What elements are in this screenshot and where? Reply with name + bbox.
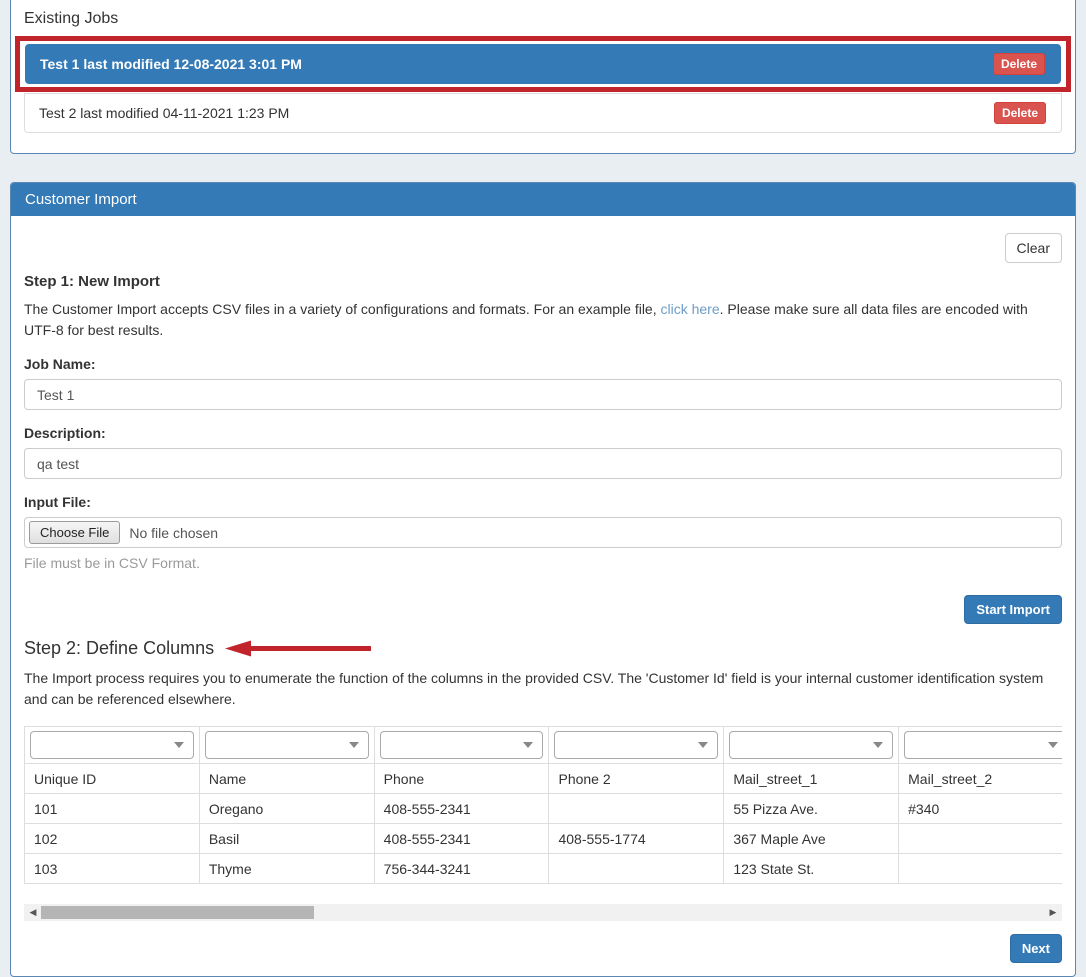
step2-intro: The Import process requires you to enume…: [24, 668, 1062, 710]
step1-heading: Step 1: New Import: [24, 273, 1062, 290]
customer-import-header: Customer Import: [11, 183, 1075, 216]
cell: #340: [899, 794, 1062, 824]
input-file-label: Input File:: [24, 494, 1062, 510]
delete-job-button[interactable]: Delete: [993, 53, 1045, 75]
cell: [549, 854, 724, 884]
column-select-6[interactable]: [904, 731, 1062, 759]
column-select-row: [25, 727, 1063, 764]
no-file-chosen-text: No file chosen: [129, 525, 218, 541]
scroll-right-icon[interactable]: ▶: [1046, 904, 1060, 921]
job-row-test2[interactable]: Test 2 last modified 04-11-2021 1:23 PM …: [24, 93, 1062, 133]
column-header: Mail_street_1: [724, 764, 899, 794]
column-select-3[interactable]: [380, 731, 544, 759]
job-name-label: Job Name:: [24, 356, 1062, 372]
click-here-link[interactable]: click here: [661, 301, 720, 317]
existing-jobs-panel: Existing Jobs Test 1 last modified 12-08…: [10, 0, 1076, 154]
cell: 408-555-2341: [374, 794, 549, 824]
column-header: Phone 2: [549, 764, 724, 794]
import-preview-table: Unique ID Name Phone Phone 2 Mail_street…: [24, 726, 1062, 884]
intro-text-before: The Customer Import accepts CSV files in…: [24, 301, 661, 317]
existing-jobs-title: Existing Jobs: [24, 9, 1062, 29]
page: Existing Jobs Test 1 last modified 12-08…: [0, 0, 1086, 977]
description-label: Description:: [24, 425, 1062, 441]
column-select-4[interactable]: [554, 731, 718, 759]
cell: [549, 794, 724, 824]
customer-import-panel: Customer Import Clear Step 1: New Import…: [10, 182, 1076, 977]
cell: 102: [25, 824, 200, 854]
cell: 123 State St.: [724, 854, 899, 884]
column-header: Unique ID: [25, 764, 200, 794]
job-label: Test 2 last modified 04-11-2021 1:23 PM: [39, 105, 289, 121]
cell: [899, 824, 1062, 854]
column-header: Name: [199, 764, 374, 794]
annotation-box: Test 1 last modified 12-08-2021 3:01 PM …: [15, 36, 1071, 92]
delete-job-button[interactable]: Delete: [994, 102, 1046, 124]
choose-file-button[interactable]: Choose File: [29, 521, 120, 544]
next-row: Next: [24, 934, 1062, 963]
job-label: Test 1 last modified 12-08-2021 3:01 PM: [40, 56, 302, 72]
cell: 103: [25, 854, 200, 884]
cell: 101: [25, 794, 200, 824]
cell: Oregano: [199, 794, 374, 824]
step2-heading-text: Step 2: Define Columns: [24, 638, 214, 659]
table-row: 102 Basil 408-555-2341 408-555-1774 367 …: [25, 824, 1063, 854]
cell: [899, 854, 1062, 884]
caret-down-icon: [174, 742, 184, 748]
cell: 55 Pizza Ave.: [724, 794, 899, 824]
scroll-left-icon[interactable]: ◀: [26, 904, 40, 921]
step2-heading: Step 2: Define Columns: [24, 638, 1062, 659]
start-import-row: Start Import: [24, 595, 1062, 624]
clear-button[interactable]: Clear: [1005, 233, 1062, 263]
cell: 756-344-3241: [374, 854, 549, 884]
clear-row: Clear: [24, 233, 1062, 263]
cell: 367 Maple Ave: [724, 824, 899, 854]
caret-down-icon: [349, 742, 359, 748]
next-button[interactable]: Next: [1010, 934, 1062, 963]
cell: 408-555-2341: [374, 824, 549, 854]
description-input[interactable]: [24, 448, 1062, 479]
step1-intro: The Customer Import accepts CSV files in…: [24, 299, 1062, 341]
table-row: 103 Thyme 756-344-3241 123 State St.: [25, 854, 1063, 884]
cell: 408-555-1774: [549, 824, 724, 854]
job-row-test1[interactable]: Test 1 last modified 12-08-2021 3:01 PM …: [25, 44, 1061, 84]
caret-down-icon: [1048, 742, 1058, 748]
caret-down-icon: [873, 742, 883, 748]
column-table-container: Unique ID Name Phone Phone 2 Mail_street…: [24, 726, 1062, 884]
table-header-row: Unique ID Name Phone Phone 2 Mail_street…: [25, 764, 1063, 794]
caret-down-icon: [523, 742, 533, 748]
table-row: 101 Oregano 408-555-2341 55 Pizza Ave. #…: [25, 794, 1063, 824]
column-header: Phone: [374, 764, 549, 794]
cell: Thyme: [199, 854, 374, 884]
caret-down-icon: [698, 742, 708, 748]
column-select-1[interactable]: [30, 731, 194, 759]
horizontal-scrollbar[interactable]: ◀ ▶: [24, 904, 1062, 921]
column-select-2[interactable]: [205, 731, 369, 759]
scrollbar-thumb[interactable]: [41, 906, 314, 919]
cell: Basil: [199, 824, 374, 854]
customer-import-body: Clear Step 1: New Import The Customer Im…: [11, 216, 1075, 976]
column-select-5[interactable]: [729, 731, 893, 759]
file-input[interactable]: Choose File No file chosen: [24, 517, 1062, 548]
start-import-button[interactable]: Start Import: [964, 595, 1062, 624]
column-header: Mail_street_2: [899, 764, 1062, 794]
csv-format-hint: File must be in CSV Format.: [24, 555, 1062, 571]
red-arrow-annotation: [225, 640, 371, 657]
job-name-input[interactable]: [24, 379, 1062, 410]
